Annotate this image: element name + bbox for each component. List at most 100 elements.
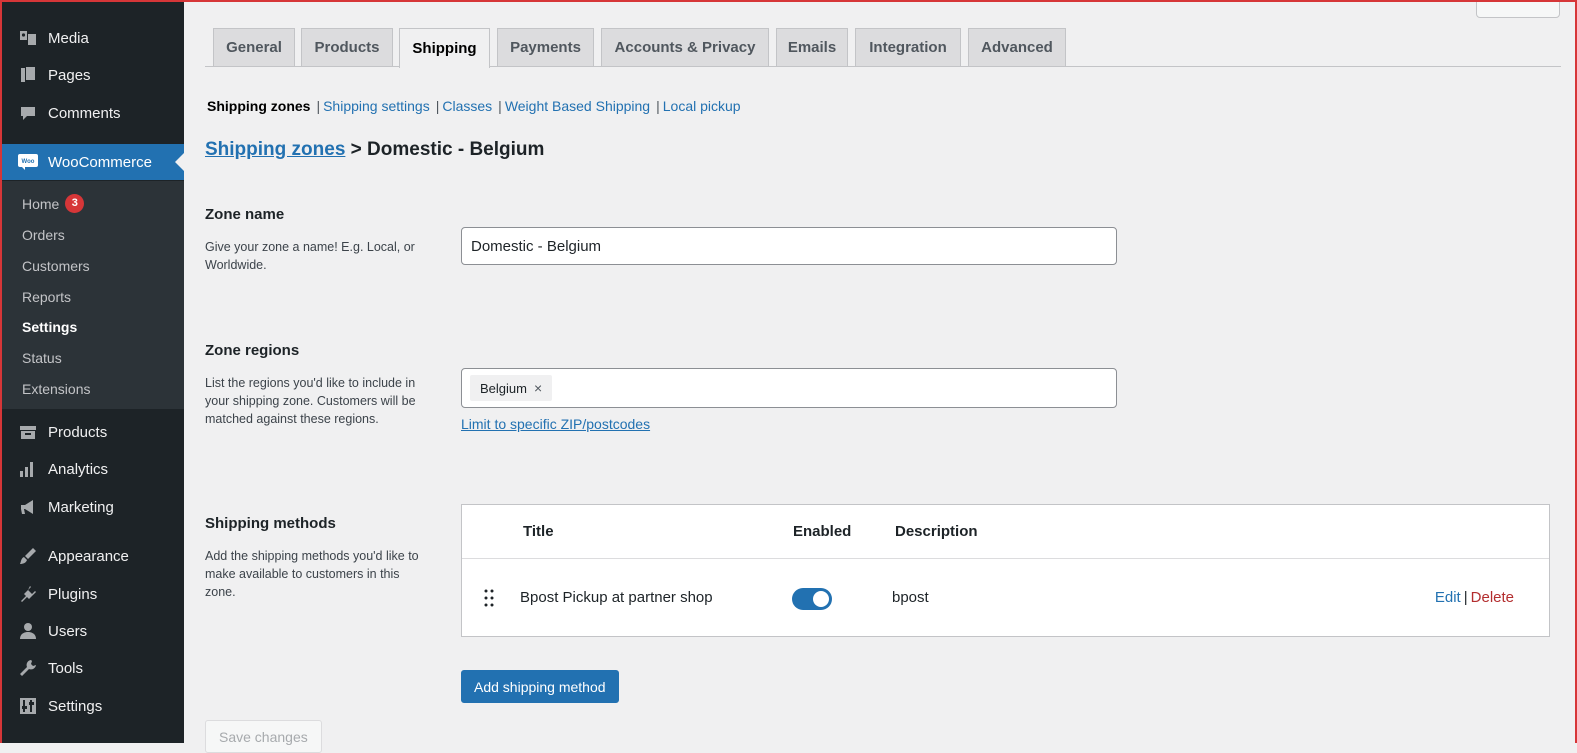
subnav-separator: |: [435, 98, 440, 114]
menu-plugins[interactable]: Plugins: [0, 576, 184, 612]
submenu-label: Customers: [22, 258, 90, 274]
comments-icon: [18, 103, 38, 123]
zone-name-input[interactable]: [461, 227, 1117, 265]
subnav-local-pickup[interactable]: Local pickup: [663, 98, 741, 114]
subnav-current: Shipping zones: [207, 98, 311, 114]
menu-label: Settings: [48, 697, 103, 715]
tab-advanced[interactable]: Advanced: [968, 28, 1066, 66]
zone-regions-description: List the regions you'd like to include i…: [205, 376, 416, 426]
tab-general[interactable]: General: [213, 28, 295, 66]
tab-integration[interactable]: Integration: [855, 28, 961, 66]
submenu-status[interactable]: Status: [22, 350, 62, 366]
notification-badge: 3: [65, 194, 85, 213]
analytics-icon: [18, 459, 38, 479]
submenu-label: Home: [22, 195, 60, 212]
tab-shipping[interactable]: Shipping: [399, 28, 490, 68]
pages-icon: [18, 65, 38, 85]
subnav-separator: |: [316, 98, 321, 114]
zone-name-description: Give your zone a name! E.g. Local, or Wo…: [205, 240, 415, 272]
menu-label: Appearance: [48, 547, 129, 565]
page-title: Shipping zones > Domestic - Belgium: [205, 139, 544, 161]
menu-label: Users: [48, 622, 88, 640]
active-indicator: [175, 153, 184, 171]
shipping-methods-description: Add the shipping methods you'd like to m…: [205, 549, 419, 599]
woocommerce-submenu: Home 3 Orders Customers Reports Settings…: [0, 181, 184, 409]
menu-media[interactable]: Media: [0, 20, 184, 56]
menu-label: Plugins: [48, 585, 98, 603]
submenu-customers[interactable]: Customers: [22, 258, 90, 274]
method-description: bpost: [892, 589, 929, 606]
subnav-shipping-settings[interactable]: Shipping settings: [323, 98, 430, 114]
menu-label: Tools: [48, 659, 84, 677]
subnav-separator: |: [498, 98, 502, 114]
submenu-orders[interactable]: Orders: [22, 227, 65, 243]
products-icon: [18, 422, 38, 442]
menu-users[interactable]: Users: [0, 613, 184, 649]
menu-label: Media: [48, 29, 89, 47]
users-icon: [18, 621, 38, 641]
menu-label: Analytics: [48, 460, 109, 478]
menu-comments[interactable]: Comments: [0, 95, 184, 131]
plugins-icon: [18, 584, 38, 604]
region-chip-label: Belgium: [480, 380, 527, 396]
settings-icon: [18, 696, 38, 716]
zone-regions-title: Zone regions: [205, 342, 300, 359]
screen-options-button[interactable]: [1476, 0, 1560, 18]
menu-tools[interactable]: Tools: [0, 650, 184, 686]
column-enabled: Enabled: [793, 523, 852, 540]
table-header: Title Enabled Description: [462, 505, 1549, 559]
appearance-icon: [18, 546, 38, 566]
zone-regions-select[interactable]: Belgium ×: [461, 368, 1117, 408]
method-enabled-toggle[interactable]: [792, 588, 832, 610]
menu-label: Pages: [48, 66, 91, 84]
submenu-reports[interactable]: Reports: [22, 289, 71, 305]
menu-settings[interactable]: Settings: [0, 688, 184, 724]
submenu-settings[interactable]: Settings: [22, 319, 77, 335]
shipping-subnav: Shipping zones | Shipping settings | Cla…: [207, 98, 741, 114]
drag-handle-icon[interactable]: [484, 589, 494, 612]
tab-payments[interactable]: Payments: [497, 28, 594, 66]
region-chip: Belgium ×: [470, 375, 553, 401]
breadcrumb-current: > Domestic - Belgium: [350, 139, 545, 160]
submenu-label: Extensions: [22, 381, 91, 397]
marketing-icon: [18, 497, 38, 517]
limit-postcodes-link[interactable]: Limit to specific ZIP/postcodes: [461, 416, 650, 432]
tools-icon: [18, 658, 38, 678]
tab-emails[interactable]: Emails: [776, 28, 848, 66]
svg-text:Woo: Woo: [22, 159, 35, 165]
media-icon: [18, 28, 38, 48]
breadcrumb-shipping-zones-link[interactable]: Shipping zones: [205, 139, 345, 160]
woo-icon: Woo: [18, 152, 38, 172]
shipping-methods-table: Title Enabled Description Bpost Pickup a…: [461, 504, 1550, 637]
save-changes-button[interactable]: Save changes: [205, 720, 322, 753]
tab-accounts-privacy[interactable]: Accounts & Privacy: [601, 28, 769, 66]
submenu-label: Reports: [22, 289, 72, 305]
add-shipping-method-button[interactable]: Add shipping method: [461, 670, 619, 703]
actions-separator: |: [1463, 589, 1468, 606]
submenu-home[interactable]: Home 3: [22, 194, 85, 213]
menu-label: Comments: [48, 104, 121, 122]
delete-link[interactable]: Delete: [1471, 589, 1514, 606]
menu-products[interactable]: Products: [0, 414, 184, 450]
subnav-weight-based-shipping[interactable]: Weight Based Shipping: [505, 98, 650, 114]
remove-region-icon[interactable]: ×: [534, 380, 542, 396]
tab-products[interactable]: Products: [301, 28, 393, 66]
menu-label: Products: [48, 423, 108, 441]
edit-link[interactable]: Edit: [1435, 589, 1461, 606]
submenu-label: Status: [22, 350, 62, 366]
menu-marketing[interactable]: Marketing: [0, 489, 184, 525]
menu-label: Marketing: [48, 498, 114, 516]
menu-appearance[interactable]: Appearance: [0, 538, 184, 574]
method-title: Bpost Pickup at partner shop: [520, 589, 713, 606]
menu-woocommerce[interactable]: Woo WooCommerce: [0, 144, 184, 180]
menu-pages[interactable]: Pages: [0, 57, 184, 93]
toggle-knob: [813, 591, 829, 607]
subnav-separator: |: [656, 98, 660, 114]
submenu-label: Orders: [22, 227, 65, 243]
menu-analytics[interactable]: Analytics: [0, 451, 184, 487]
submenu-label: Settings: [22, 319, 78, 335]
row-actions: Edit | Delete: [1435, 589, 1514, 606]
subnav-classes[interactable]: Classes: [442, 98, 492, 114]
zone-name-title: Zone name: [205, 206, 285, 223]
submenu-extensions[interactable]: Extensions: [22, 381, 90, 397]
